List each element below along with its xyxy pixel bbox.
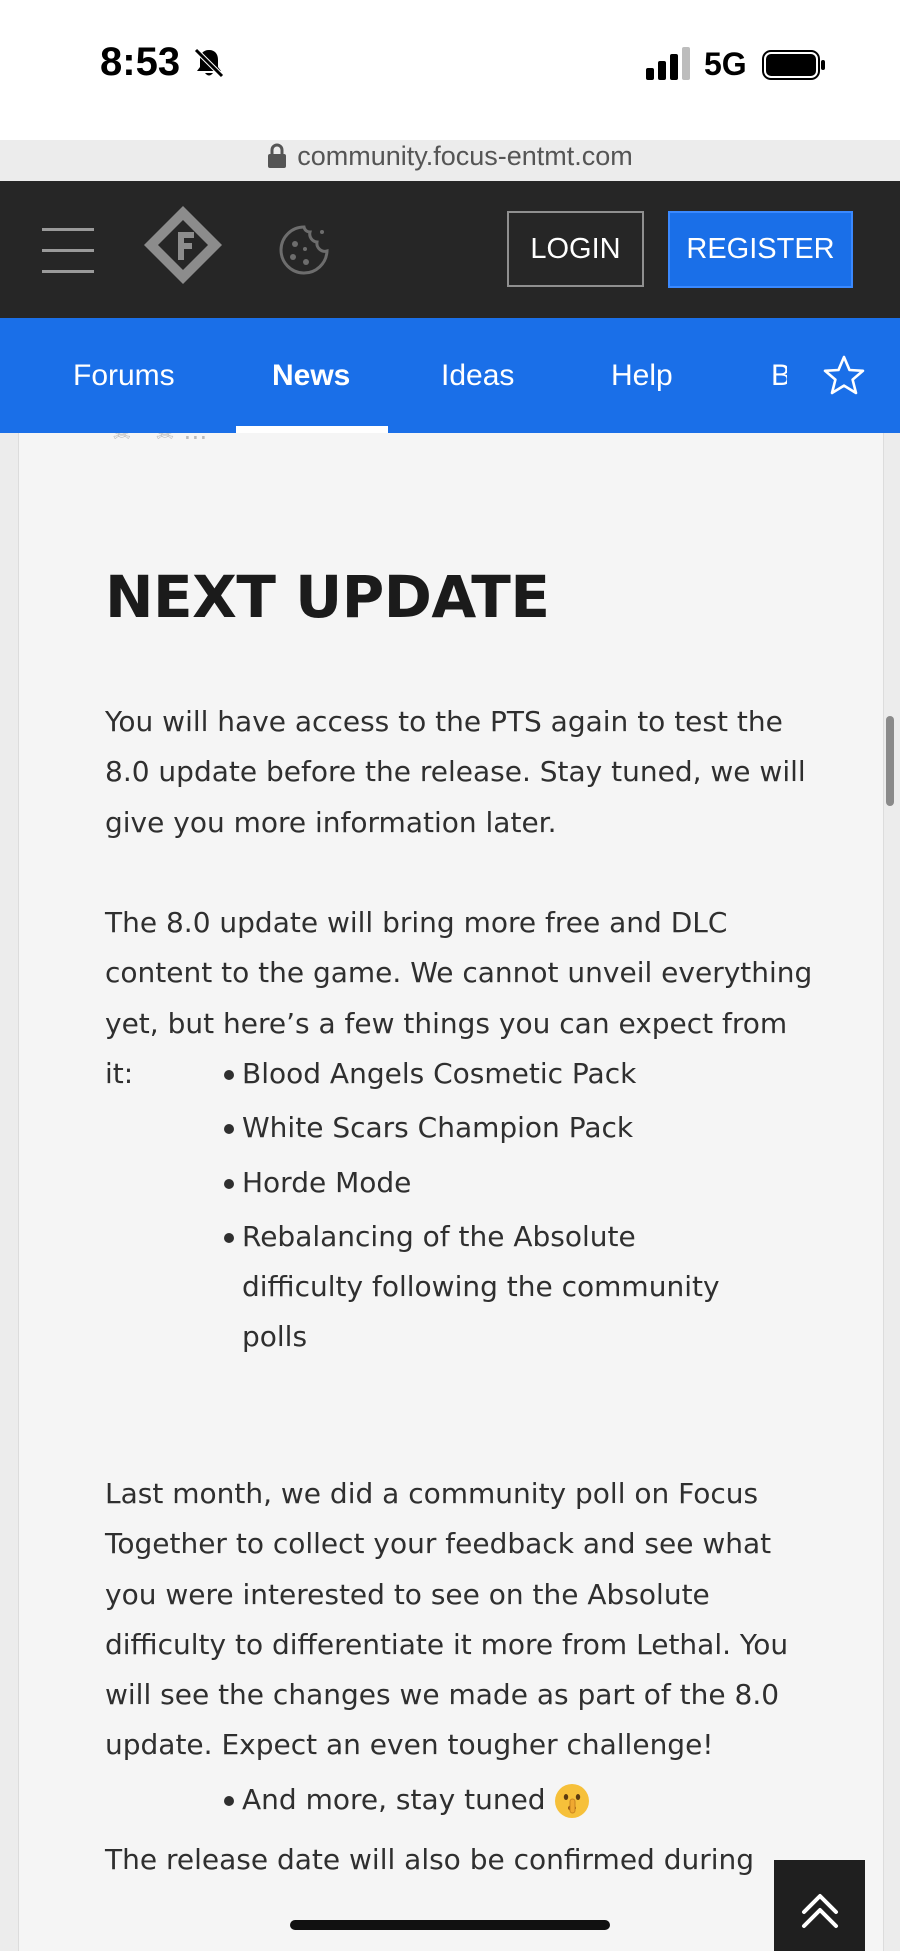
truncated-text: …	[183, 433, 207, 445]
tab-forums[interactable]: Forums	[73, 318, 175, 433]
skull-icon: ☠	[154, 433, 176, 445]
paragraph-community-poll: Last month, we did a community poll on F…	[105, 1477, 789, 1762]
address-bar[interactable]: community.focus-entmt.com	[0, 132, 900, 180]
skull-icon: ☠	[111, 433, 133, 445]
tab-truncated[interactable]: B	[771, 318, 787, 433]
tab-news[interactable]: News	[272, 318, 350, 433]
list-item: Blood Angels Cosmetic Pack	[105, 1049, 817, 1099]
site-logo-icon[interactable]	[140, 202, 226, 288]
list-item: And more, stay tuned	[105, 1775, 805, 1825]
silent-bell-icon	[194, 48, 224, 78]
list-item: Rebalancing of the Absolute difficulty f…	[105, 1212, 817, 1363]
home-indicator[interactable]	[290, 1920, 610, 1930]
more-list: And more, stay tuned	[105, 1775, 805, 1825]
scroll-to-top-button[interactable]	[774, 1860, 865, 1951]
scroll-to-top-icon	[801, 1893, 838, 1928]
lock-icon	[268, 143, 287, 168]
star-icon[interactable]	[822, 354, 866, 398]
page-scrollbar[interactable]	[886, 716, 894, 806]
active-tab-indicator	[236, 426, 388, 433]
shushing-face-emoji	[554, 1784, 589, 1818]
update-features-list: Blood Angels Cosmetic Pack White Scars C…	[105, 1049, 817, 1363]
tab-ideas[interactable]: Ideas	[441, 318, 514, 433]
article-content: ☠ ☠ … NEXT UPDATE You will have access t…	[18, 433, 884, 1951]
section-heading: NEXT UPDATE	[105, 563, 550, 631]
register-button[interactable]: REGISTER	[668, 211, 853, 288]
status-bar: 8:53 5G	[0, 0, 900, 140]
paragraph-release-date: The release date will also be confirmed …	[105, 1843, 755, 1876]
paragraph-pts: You will have access to the PTS again to…	[105, 705, 806, 839]
network-type: 5G	[704, 46, 747, 82]
battery-icon	[762, 50, 825, 80]
cookie-icon[interactable]	[278, 224, 330, 276]
skull-emojis-fragment: ☠ ☠ …	[111, 433, 207, 445]
list-item: White Scars Champion Pack	[105, 1103, 817, 1153]
url-text: community.focus-entmt.com	[297, 140, 633, 171]
forum-tabs: Forums News Ideas Help B	[0, 318, 900, 433]
tab-help[interactable]: Help	[611, 318, 673, 433]
clock: 8:53	[100, 40, 181, 84]
login-button[interactable]: LOGIN	[507, 211, 644, 287]
list-item: Horde Mode	[105, 1158, 817, 1208]
signal-icon	[646, 47, 690, 80]
hamburger-menu-icon[interactable]	[42, 226, 94, 276]
